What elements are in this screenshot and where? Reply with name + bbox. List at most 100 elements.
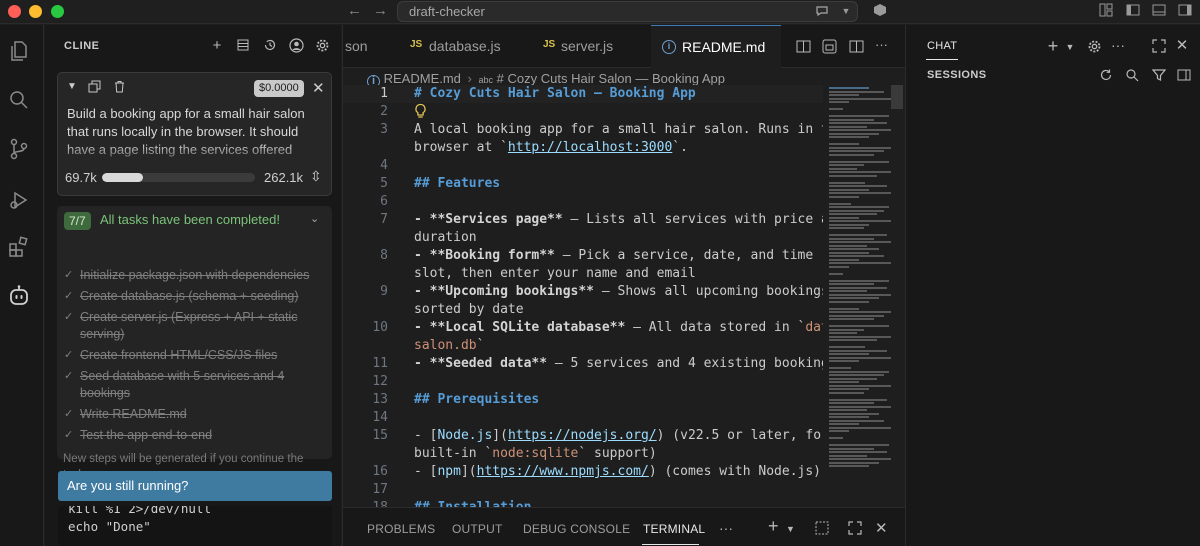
minimap-line (829, 248, 879, 250)
minimap-line (829, 381, 859, 383)
terminal-output-snippet: kill %1 2>/dev/null echo "Done" (58, 506, 332, 546)
command-center-search[interactable]: draft-checker ▼ (397, 1, 858, 22)
minimap-line (829, 367, 851, 369)
close-panel-icon[interactable]: ✕ (875, 519, 888, 537)
split-terminal-icon[interactable] (815, 521, 829, 538)
account-icon[interactable] (873, 3, 887, 17)
search-icon[interactable] (1124, 68, 1140, 84)
cline-robot-icon[interactable] (7, 284, 31, 308)
breadcrumb-symbol[interactable]: # Cozy Cuts Hair Salon — Booking App (497, 71, 725, 86)
localhost-link[interactable]: http://localhost:3000 (508, 140, 672, 155)
chevron-down-icon[interactable]: ▼ (839, 4, 853, 18)
new-terminal-icon[interactable]: + (768, 516, 779, 537)
copilot-chat-icon[interactable] (815, 4, 829, 18)
task-text-fade (58, 143, 331, 165)
npm-link[interactable]: https://www.npmjs.com/ (477, 464, 649, 479)
minimap-line (829, 115, 889, 117)
minimap-line (829, 108, 843, 110)
minimize-window-button[interactable] (29, 5, 42, 18)
open-changes-icon[interactable] (822, 39, 837, 54)
nodejs-link[interactable]: https://nodejs.org/ (508, 428, 657, 443)
code-line: sorted by date (414, 302, 524, 317)
minimap[interactable] (825, 85, 895, 473)
code-editor[interactable]: 1 # Cozy Cuts Hair Salon — Booking App 2 … (343, 85, 823, 507)
more-actions-icon[interactable]: ··· (1110, 37, 1126, 53)
maximize-panel-icon[interactable] (1151, 39, 1167, 55)
chevron-down-icon[interactable]: ▼ (786, 524, 795, 534)
minimap-line (829, 223, 869, 226)
minimap-line (829, 328, 864, 331)
tab-json-partial[interactable]: son (343, 25, 389, 68)
delete-trash-icon[interactable] (113, 80, 126, 96)
settings-gear-icon[interactable] (1086, 39, 1102, 55)
chevron-down-icon[interactable]: ⌄ (310, 212, 319, 225)
minimap-line (829, 94, 859, 96)
toggle-secondary-sidebar-icon[interactable] (1178, 3, 1192, 17)
breadcrumb-file[interactable]: README.md (384, 71, 461, 86)
tab-readme-md[interactable]: i README.md (651, 25, 781, 68)
minimap-line (829, 458, 891, 460)
close-task-icon[interactable]: ✕ (312, 79, 325, 97)
split-editor-icon[interactable] (849, 39, 864, 54)
toggle-sidebar-icon[interactable] (1176, 68, 1192, 84)
tab-server-js[interactable]: JS server.js (529, 25, 651, 68)
history-icon[interactable] (262, 38, 278, 54)
more-tabs-icon[interactable]: ··· (719, 520, 733, 536)
scrollbar-thumb[interactable] (891, 85, 903, 109)
minimap-line (829, 262, 891, 264)
tab-debug-console[interactable]: DEBUG CONSOLE (523, 522, 630, 536)
check-icon: ✓ (64, 290, 74, 302)
code-line: 5 ## Features (380, 176, 501, 191)
toggle-primary-sidebar-icon[interactable] (1126, 3, 1140, 17)
list-item: ✓ Write README.md (64, 407, 187, 421)
maximize-window-button[interactable] (51, 5, 64, 18)
check-icon: ✓ (64, 349, 74, 361)
minimap-line (829, 332, 857, 334)
task-list-card: 7/7 All tasks have been completed! ⌄ ✓ In… (57, 206, 332, 481)
new-chat-icon[interactable]: + (1045, 37, 1061, 55)
minimap-line (829, 307, 859, 310)
list-item: ✓ Create database.js (schema + seeding) (64, 289, 299, 303)
copy-icon[interactable] (88, 80, 101, 96)
new-task-icon[interactable]: + (209, 38, 225, 54)
tab-chat[interactable]: CHAT (927, 40, 957, 52)
minimap-line (829, 426, 891, 429)
chevron-down-icon[interactable]: ▼ (1062, 39, 1078, 55)
minimap-line (829, 272, 843, 275)
run-and-debug-icon[interactable] (7, 188, 31, 212)
tab-database-js[interactable]: JS database.js (389, 25, 529, 68)
tab-output[interactable]: OUTPUT (452, 522, 503, 536)
back-arrow-icon[interactable]: ← (347, 2, 362, 19)
filter-icon[interactable] (1151, 68, 1167, 84)
explorer-icon[interactable] (7, 39, 31, 63)
ask-message-bar[interactable]: Are you still running? (58, 471, 332, 501)
tab-terminal[interactable]: TERMINAL (643, 522, 705, 536)
tab-problems[interactable]: PROBLEMS (367, 522, 435, 536)
code-line: duration (414, 230, 477, 245)
more-actions-icon[interactable]: ··· (874, 37, 889, 52)
title-bar: ← → draft-checker ▼ (0, 0, 1200, 24)
source-control-icon[interactable] (7, 137, 31, 161)
close-panel-icon[interactable]: ✕ (1174, 38, 1190, 54)
code-line: 9- **Upcoming bookings** — Shows all upc… (380, 284, 823, 299)
js-file-icon: JS (543, 39, 556, 50)
collapse-chevron-icon[interactable]: ▼ (67, 81, 77, 92)
refresh-icon[interactable] (1098, 68, 1114, 84)
toggle-panel-icon[interactable] (1152, 3, 1166, 17)
close-window-button[interactable] (8, 5, 21, 18)
extensions-icon[interactable] (7, 235, 31, 259)
settings-gear-icon[interactable] (314, 38, 330, 54)
minimap-line (829, 129, 891, 131)
compress-context-icon[interactable]: ⇳ (310, 168, 322, 185)
open-preview-icon[interactable] (796, 39, 811, 54)
minimap-line (829, 451, 887, 453)
forward-arrow-icon[interactable]: → (373, 2, 388, 19)
customize-layout-icon[interactable] (1099, 3, 1113, 17)
panel-tabs: PROBLEMS OUTPUT DEBUG CONSOLE TERMINAL ·… (343, 507, 905, 546)
account-icon[interactable] (288, 38, 304, 54)
code-line: 18## Installation (343, 499, 823, 507)
mcp-servers-icon[interactable] (235, 38, 251, 54)
chat-panel: CHAT + ▼ ··· ✕ SESSIONS (905, 25, 1200, 546)
maximize-panel-icon[interactable] (848, 521, 862, 538)
search-icon[interactable] (7, 88, 31, 112)
